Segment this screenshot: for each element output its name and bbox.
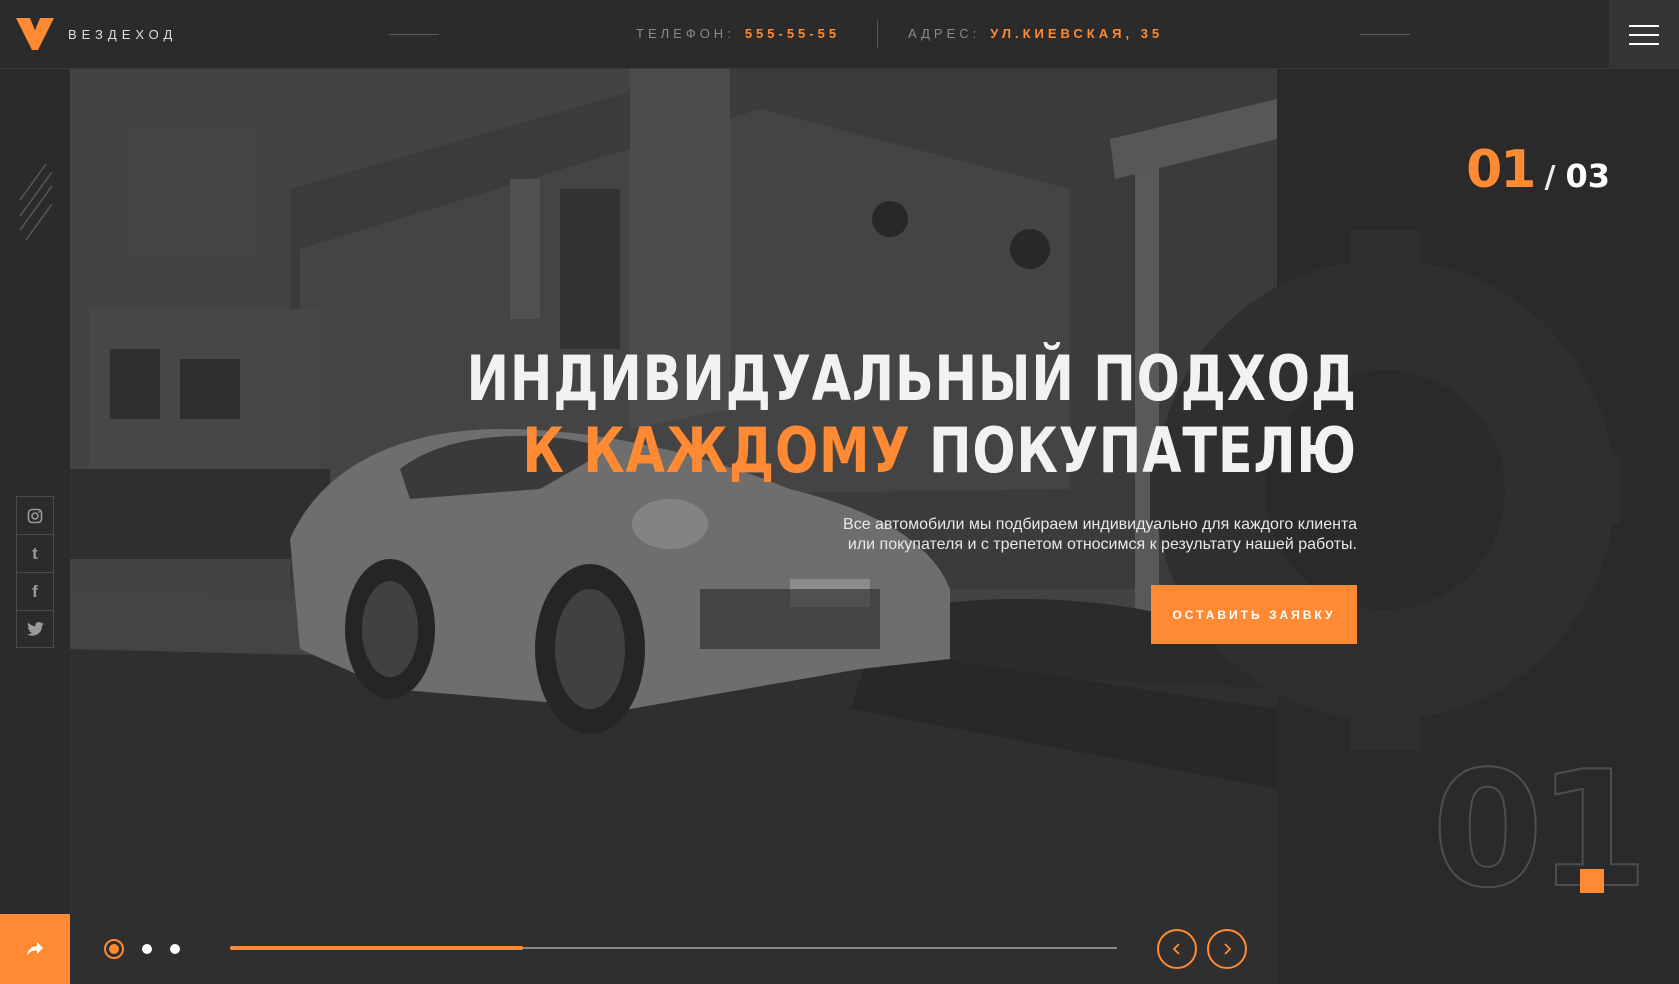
share-button[interactable] <box>0 914 70 984</box>
slider-dot-1[interactable] <box>104 939 124 959</box>
hero-title: ИНДИВИДУАЛЬНЫЙ ПОДХОД К КАЖДОМУ ПОКУПАТЕ… <box>467 343 1357 487</box>
address-value: УЛ.КИЕВСКАЯ, 35 <box>990 26 1164 41</box>
hero-title-accent: К КАЖДОМУ <box>522 414 911 487</box>
prev-slide-button[interactable] <box>1157 929 1197 969</box>
hamburger-icon <box>1629 24 1659 27</box>
hatch-decoration <box>19 164 53 240</box>
hero-description-line2: или покупателя и с трепетом относимся к … <box>847 536 1357 553</box>
hero-description: Все автомобили мы подбираем индивидуальн… <box>797 515 1357 555</box>
slide-big-number: 01 <box>1431 736 1650 923</box>
slider-dots <box>104 939 180 959</box>
instagram-icon[interactable] <box>16 496 54 534</box>
header-divider-right <box>1360 34 1410 35</box>
next-slide-button[interactable] <box>1207 929 1247 969</box>
social-links: t f <box>16 496 54 648</box>
slide-separator: / <box>1544 160 1556 195</box>
logo[interactable]: ВЕЗДЕХОД <box>16 18 177 50</box>
menu-button[interactable] <box>1609 0 1679 69</box>
leave-request-button[interactable]: ОСТАВИТЬ ЗАЯВКУ <box>1151 585 1357 644</box>
hero-title-line2: К КАЖДОМУ ПОКУПАТЕЛЮ <box>467 415 1357 487</box>
header-divider-left <box>389 34 439 35</box>
address-label: АДРЕС: <box>908 26 981 41</box>
site-header: ВЕЗДЕХОД ТЕЛЕФОН: 555-55-55 АДРЕС: УЛ.КИЕВ… <box>0 0 1679 69</box>
facebook-icon[interactable]: f <box>16 572 54 610</box>
tumblr-icon[interactable]: t <box>16 534 54 572</box>
header-separator <box>877 20 878 48</box>
slide-counter: 01 / 03 <box>1466 140 1610 200</box>
twitter-icon[interactable] <box>16 610 54 648</box>
brand-name: ВЕЗДЕХОД <box>68 26 178 42</box>
chevron-left-icon <box>1172 943 1180 955</box>
slider-dot-3[interactable] <box>170 944 180 954</box>
hero-title-rest: ПОКУПАТЕЛЮ <box>929 414 1357 487</box>
phone-contact[interactable]: ТЕЛЕФОН: 555-55-55 <box>636 26 840 41</box>
address-contact: АДРЕС: УЛ.КИЕВСКАЯ, 35 <box>908 26 1163 41</box>
hero-description-line1: Все автомобили мы подбираем индивидуальн… <box>843 516 1357 533</box>
slide-progress-fill <box>230 946 523 950</box>
logo-icon <box>16 18 54 50</box>
slider-dot-2[interactable] <box>142 944 152 954</box>
phone-label: ТЕЛЕФОН: <box>636 26 735 41</box>
left-rail: t f <box>0 69 70 984</box>
chevron-right-icon <box>1224 943 1232 955</box>
slide-progress-bar <box>230 946 1117 950</box>
phone-value[interactable]: 555-55-55 <box>745 26 840 41</box>
big-number-dot <box>1580 869 1604 893</box>
slide-total: 03 <box>1565 157 1610 195</box>
hero-title-line1: ИНДИВИДУАЛЬНЫЙ ПОДХОД <box>466 342 1357 415</box>
share-icon <box>27 942 43 956</box>
slide-current: 01 <box>1466 140 1536 200</box>
